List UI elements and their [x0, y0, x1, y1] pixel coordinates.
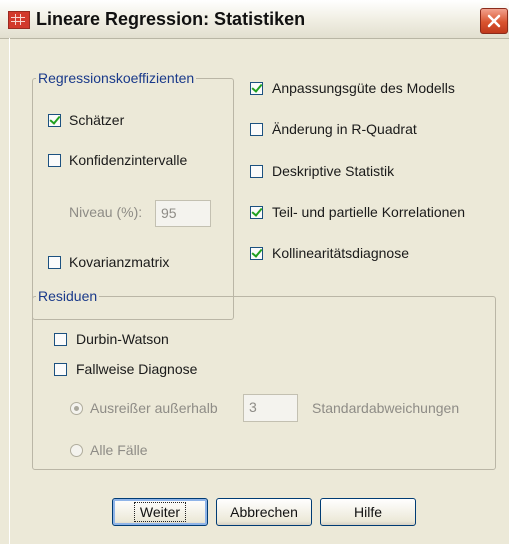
all-cases-label: Alle Fälle: [90, 442, 148, 458]
level-label: Niveau (%):: [69, 204, 143, 220]
coefficients-group: Regressionskoeffizienten: [32, 70, 234, 320]
dialog-window: Lineare Regression: Statistiken Regressi…: [0, 0, 509, 544]
continue-button[interactable]: Weiter: [112, 498, 208, 526]
table-icon: [8, 11, 30, 29]
cov-matrix-checkbox[interactable]: [48, 256, 61, 269]
durbin-watson-checkbox[interactable]: [54, 333, 67, 346]
outliers-radio[interactable]: [70, 402, 83, 415]
r-squared-change-checkbox[interactable]: [250, 123, 263, 136]
part-partial-checkbox[interactable]: [250, 206, 263, 219]
std-dev-label: Standardabweichungen: [312, 400, 460, 416]
close-icon: [487, 14, 501, 28]
casewise-label[interactable]: Fallweise Diagnose: [76, 361, 197, 377]
collinearity-checkbox[interactable]: [250, 247, 263, 260]
descriptives-checkbox[interactable]: [250, 165, 263, 178]
descriptives-label[interactable]: Deskriptive Statistik: [272, 163, 394, 179]
conf-intervals-checkbox[interactable]: [48, 154, 61, 167]
model-fit-label[interactable]: Anpassungsgüte des Modells: [272, 80, 455, 96]
model-fit-checkbox[interactable]: [250, 82, 263, 95]
estimates-label[interactable]: Schätzer: [69, 112, 124, 128]
title-bar[interactable]: Lineare Regression: Statistiken: [0, 0, 509, 39]
durbin-watson-label[interactable]: Durbin-Watson: [76, 331, 169, 347]
coefficients-legend: Regressionskoeffizienten: [38, 70, 195, 86]
part-partial-label[interactable]: Teil- und partielle Korrelationen: [272, 204, 465, 220]
help-button[interactable]: Hilfe: [320, 498, 416, 526]
continue-label: Weiter: [133, 502, 187, 522]
level-input[interactable]: 95: [155, 200, 211, 227]
conf-intervals-label[interactable]: Konfidenzintervalle: [69, 152, 187, 168]
collinearity-label[interactable]: Kollinearitätsdiagnose: [272, 245, 409, 261]
outliers-label: Ausreißer außerhalb: [90, 400, 218, 416]
estimates-checkbox[interactable]: [48, 114, 61, 127]
close-button[interactable]: [480, 8, 508, 34]
cancel-button[interactable]: Abbrechen: [216, 498, 312, 526]
casewise-checkbox[interactable]: [54, 363, 67, 376]
all-cases-radio[interactable]: [70, 444, 83, 457]
window-title: Lineare Regression: Statistiken: [36, 9, 306, 29]
outliers-input[interactable]: 3: [243, 394, 298, 422]
cov-matrix-label[interactable]: Kovarianzmatrix: [69, 254, 169, 270]
r-squared-change-label[interactable]: Änderung in R-Quadrat: [272, 121, 417, 137]
residuals-legend: Residuen: [38, 288, 98, 304]
dialog-content: Regressionskoeffizienten Schätzer Konfid…: [9, 38, 504, 544]
